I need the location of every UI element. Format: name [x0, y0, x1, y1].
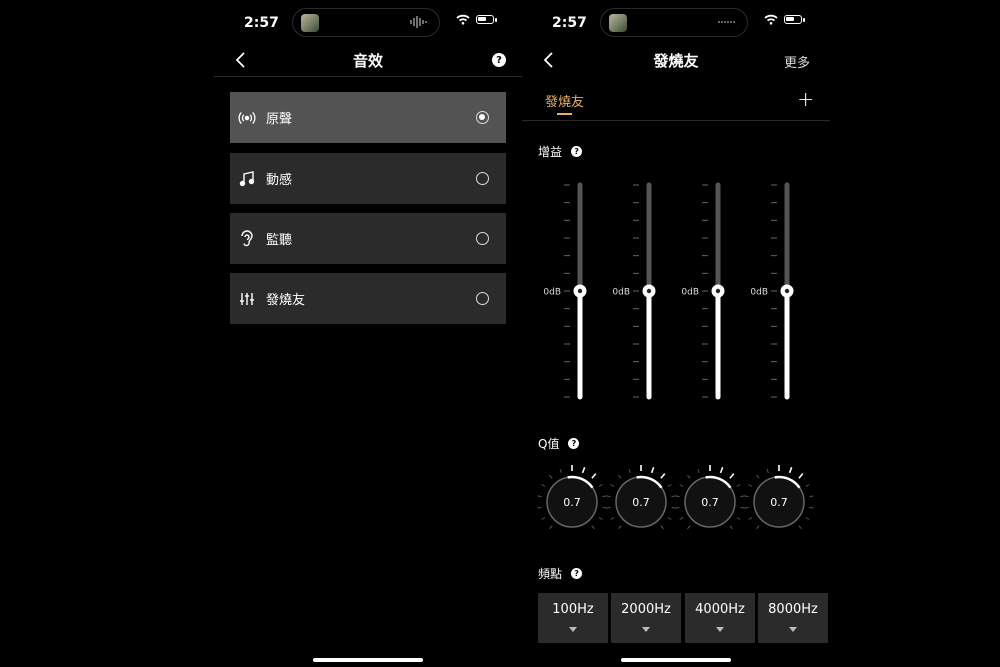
nav-bar: 發燒友 更多 — [522, 44, 830, 76]
radio-unselected[interactable] — [476, 292, 489, 305]
item-label: 動感 — [266, 173, 293, 188]
gain-value-label: 0dB — [681, 288, 699, 298]
help-icon[interactable]: ? — [571, 146, 583, 157]
tab-audiophile[interactable]: 發燒友 — [545, 91, 584, 110]
help-icon[interactable]: ? — [492, 53, 506, 67]
add-preset-button[interactable]: + — [797, 87, 814, 111]
q-knob-band-4[interactable]: 0.7 — [744, 465, 814, 530]
radio-unselected[interactable] — [476, 172, 489, 185]
q-knob-band-2[interactable]: 0.7 — [606, 465, 676, 530]
wifi-icon — [456, 14, 470, 25]
freq-select-band-3[interactable]: 4000Hz — [685, 593, 755, 643]
caret-down-icon — [789, 627, 797, 632]
gain-slider-band-1[interactable]: 0dB — [543, 182, 587, 400]
q-section-label: Q值 ? — [538, 435, 580, 452]
gain-slider-band-4[interactable]: 0dB — [750, 182, 794, 400]
equalizer-sliders-icon — [238, 290, 256, 308]
freq-select-band-4[interactable]: 8000Hz — [758, 593, 828, 643]
phone-sound-effects: 2:57 音效 ? 原聲 動感 監聽 發燒友 — [214, 0, 522, 667]
music-note-icon — [238, 170, 256, 188]
gain-section-label: 增益 ? — [538, 143, 583, 160]
more-button[interactable]: 更多 — [784, 52, 810, 71]
gain-sliders: 0dB 0dB 0dB 0dB — [543, 182, 794, 400]
q-knob-band-3[interactable]: 0.7 — [675, 465, 745, 530]
status-icons — [764, 14, 805, 25]
q-value-label: 0.7 — [701, 496, 719, 509]
battery-icon — [476, 15, 494, 24]
sound-mode-monitor[interactable]: 監聽 — [230, 213, 506, 264]
gain-slider-band-3[interactable]: 0dB — [681, 182, 725, 400]
sound-mode-original[interactable]: 原聲 — [230, 92, 506, 143]
q-value-label: 0.7 — [563, 496, 581, 509]
freq-select-band-2[interactable]: 2000Hz — [611, 593, 681, 643]
gain-slider-band-2[interactable]: 0dB — [612, 182, 656, 400]
status-time: 2:57 — [244, 15, 279, 31]
item-label: 發燒友 — [266, 293, 306, 308]
gain-value-label: 0dB — [612, 288, 630, 298]
freq-label: 頻點 — [538, 567, 563, 581]
radio-unselected[interactable] — [476, 232, 489, 245]
freq-value: 8000Hz — [768, 602, 818, 617]
album-art-thumbnail — [301, 14, 319, 32]
dynamic-island[interactable] — [600, 8, 748, 37]
page-title: 音效 — [352, 52, 383, 70]
gain-value-label: 0dB — [543, 288, 561, 298]
q-knobs: 0.7 0.7 0.7 0.7 — [537, 465, 814, 530]
help-icon[interactable]: ? — [568, 438, 580, 449]
q-knob-band-1[interactable]: 0.7 — [537, 465, 607, 530]
gain-label: 增益 — [538, 145, 563, 159]
freq-section-label: 頻點 ? — [538, 565, 583, 582]
help-icon[interactable]: ? — [571, 568, 583, 579]
dynamic-island[interactable] — [292, 8, 440, 37]
wifi-icon — [764, 14, 778, 25]
audio-waveform-icon — [409, 15, 429, 32]
battery-icon — [784, 15, 802, 24]
radio-selected[interactable] — [476, 111, 489, 124]
tab-active-indicator — [557, 113, 572, 115]
item-label: 原聲 — [266, 112, 293, 127]
preset-tab-bar: 發燒友 + — [522, 80, 830, 121]
status-icons — [456, 14, 497, 25]
caret-down-icon — [716, 627, 724, 632]
gain-value-label: 0dB — [750, 288, 768, 298]
broadcast-icon — [238, 109, 256, 127]
status-time: 2:57 — [552, 15, 587, 31]
ear-icon — [238, 230, 256, 248]
sound-mode-dynamic[interactable]: 動感 — [230, 153, 506, 204]
item-label: 監聽 — [266, 233, 293, 248]
q-value-label: 0.7 — [770, 496, 788, 509]
caret-down-icon — [642, 627, 650, 632]
home-indicator[interactable] — [313, 658, 423, 662]
freq-select-band-1[interactable]: 100Hz — [538, 593, 608, 643]
phone-audiophile-eq: 2:57 發燒友 更多 發燒友 + 增益 ? 0dB 0dB 0dB 0dB Q… — [522, 0, 830, 667]
audio-dots-icon — [717, 15, 737, 32]
freq-value: 4000Hz — [695, 602, 745, 617]
freq-value: 2000Hz — [621, 602, 671, 617]
freq-value: 100Hz — [552, 602, 594, 617]
nav-bar: 音效 ? — [214, 44, 522, 77]
sound-mode-audiophile[interactable]: 發燒友 — [230, 273, 506, 324]
q-value-label: 0.7 — [632, 496, 650, 509]
home-indicator[interactable] — [621, 658, 731, 662]
album-art-thumbnail — [609, 14, 627, 32]
caret-down-icon — [569, 627, 577, 632]
q-label: Q值 — [538, 437, 560, 451]
